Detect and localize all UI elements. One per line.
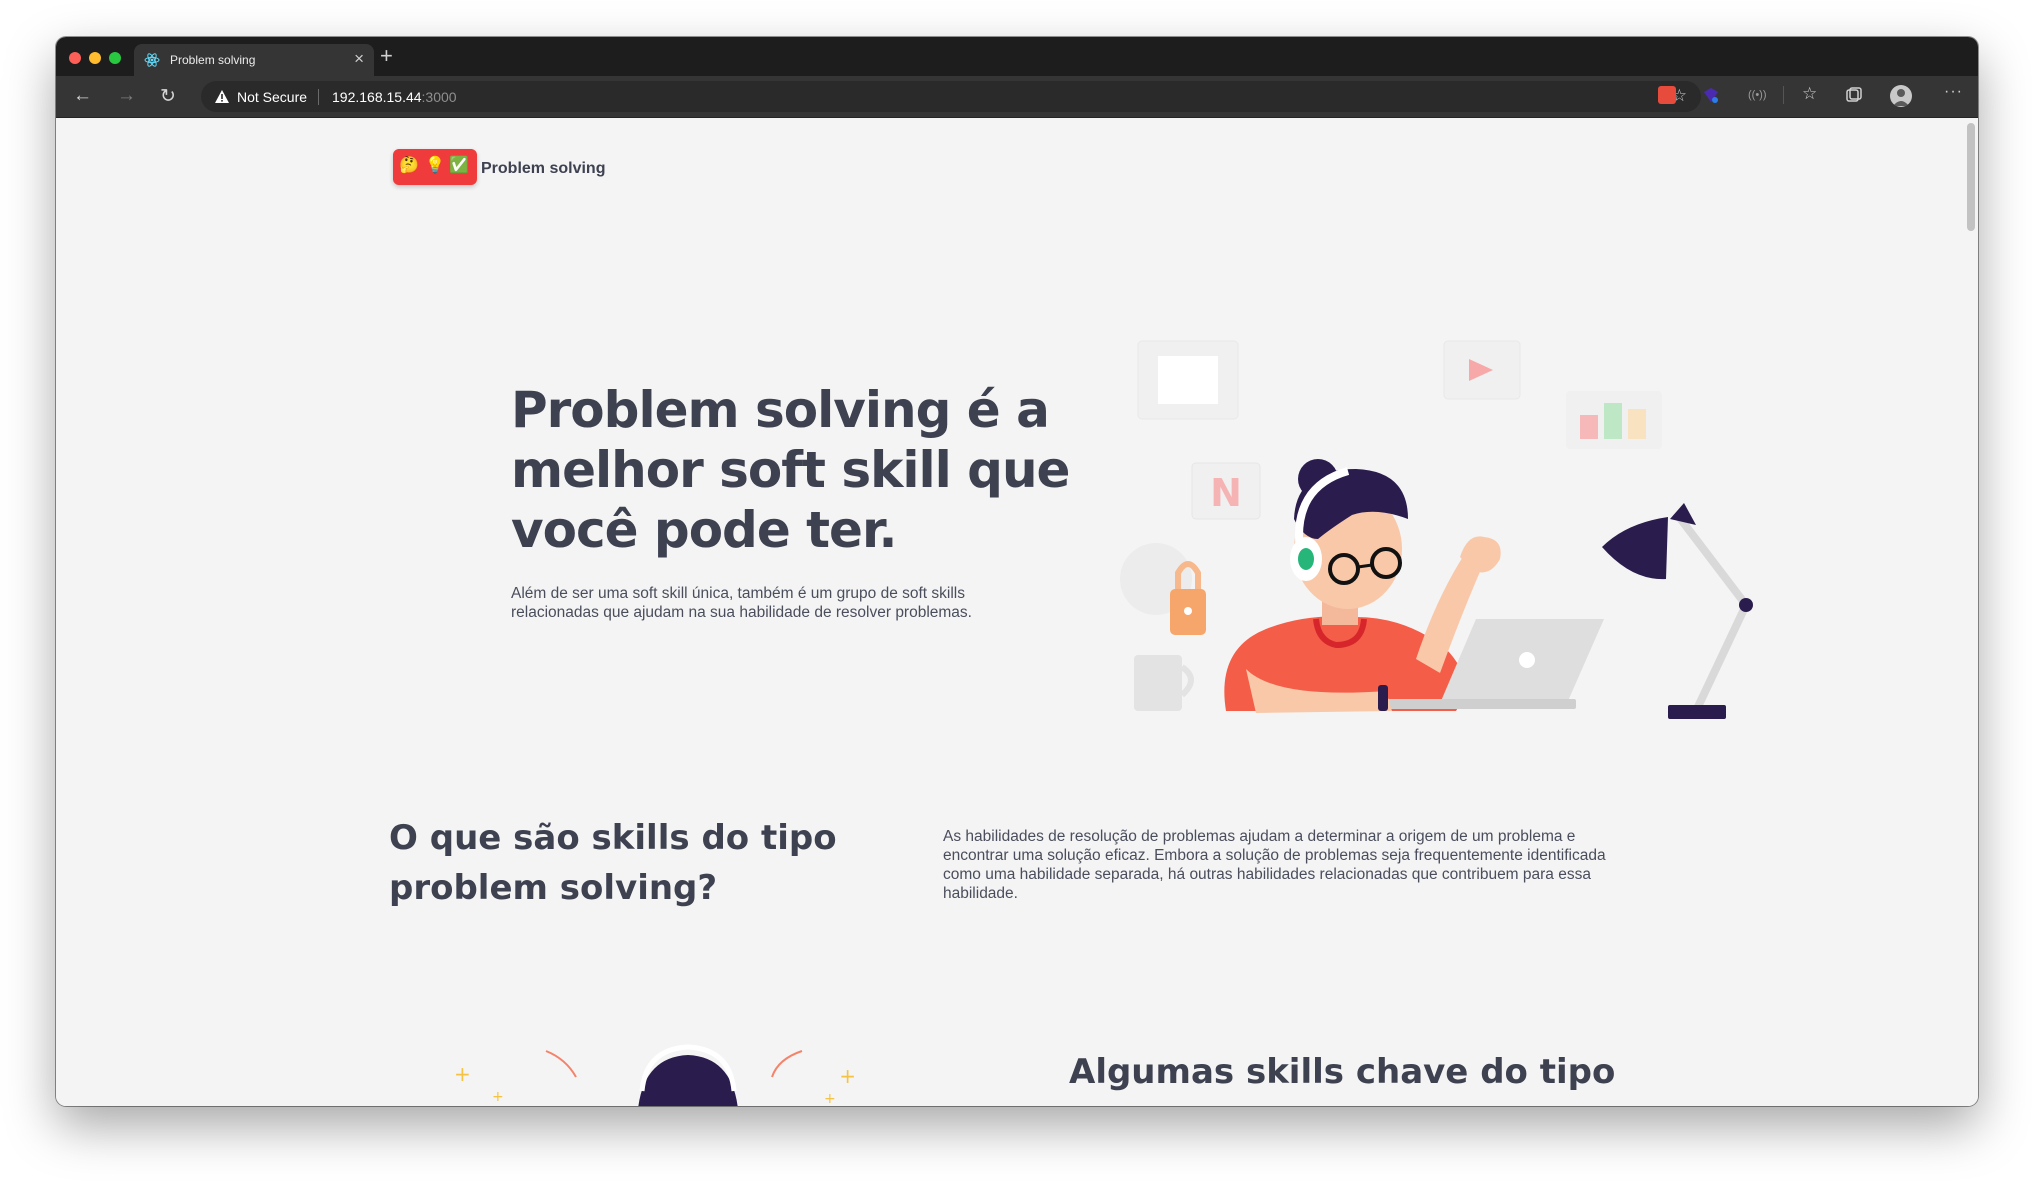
section-what-text: As habilidades de resolução de problemas…	[943, 828, 1606, 902]
tab-active[interactable]: Problem solving ×	[134, 44, 374, 76]
forward-icon[interactable]: →	[117, 85, 136, 107]
logo-badge[interactable]: 🤔 💡 ✅	[393, 149, 477, 185]
tab-close-icon[interactable]: ×	[354, 49, 364, 69]
address-bar[interactable]: Not Secure 192.168.15.44:3000 ☆	[201, 81, 1701, 112]
svg-text:+: +	[492, 1089, 504, 1105]
check-emoji: ✅	[449, 157, 469, 174]
browser-window: Problem solving × + ← → ↻ Not Secure 192…	[56, 37, 1978, 1106]
page-viewport: 🤔 💡 ✅ Problem solving Problem solving é …	[56, 119, 1978, 1106]
maximize-window-button[interactable]	[109, 52, 121, 64]
svg-text:+: +	[824, 1091, 836, 1106]
back-icon[interactable]: ←	[73, 85, 92, 107]
minimize-window-button[interactable]	[89, 52, 101, 64]
scrollbar[interactable]	[1967, 123, 1975, 231]
lightbulb-emoji: 💡	[425, 157, 445, 174]
url-host: 192.168.15.44	[332, 89, 422, 105]
extension-radio-icon[interactable]: ((•))	[1748, 89, 1767, 101]
svg-text:+: +	[454, 1062, 471, 1086]
warning-icon	[215, 90, 229, 103]
extension-red-icon[interactable]	[1658, 86, 1676, 104]
hero-subtitle: Além de ser uma soft skill única, também…	[511, 585, 972, 621]
favorites-icon[interactable]: ☆	[1802, 84, 1817, 104]
close-window-button[interactable]	[69, 52, 81, 64]
section-key-illustration: + + + +	[454, 1044, 856, 1106]
react-icon	[144, 53, 160, 67]
tab-strip: Problem solving × +	[56, 37, 1978, 76]
address-divider	[318, 89, 319, 105]
more-icon[interactable]: ···	[1944, 83, 1963, 101]
toolbar-divider	[1783, 86, 1784, 104]
url-port: :3000	[421, 89, 457, 105]
collections-icon[interactable]	[1845, 86, 1863, 104]
tab-title: Problem solving	[170, 53, 256, 67]
url-text[interactable]: 192.168.15.44:3000	[332, 89, 457, 105]
security-label[interactable]: Not Secure	[237, 89, 307, 105]
reload-icon[interactable]: ↻	[160, 85, 176, 108]
svg-text:N: N	[1210, 471, 1242, 515]
section-what-title: O que são skills do tipo problem solving…	[389, 818, 837, 908]
extension-purple-icon[interactable]	[1702, 86, 1720, 104]
svg-text:+: +	[839, 1064, 856, 1088]
browser-toolbar: ← → ↻ Not Secure 192.168.15.44:3000 ☆ ((…	[56, 76, 1978, 118]
thinking-emoji: 🤔	[399, 157, 419, 174]
hero-title: Problem solving é a melhor soft skill qu…	[511, 381, 1070, 559]
profile-icon[interactable]	[1890, 85, 1912, 107]
hero-illustration: N	[1120, 340, 1753, 719]
new-tab-button[interactable]: +	[380, 43, 393, 69]
section-key-title: Algumas skills chave do tipo	[1069, 1052, 1616, 1092]
brand-name[interactable]: Problem solving	[481, 160, 605, 178]
